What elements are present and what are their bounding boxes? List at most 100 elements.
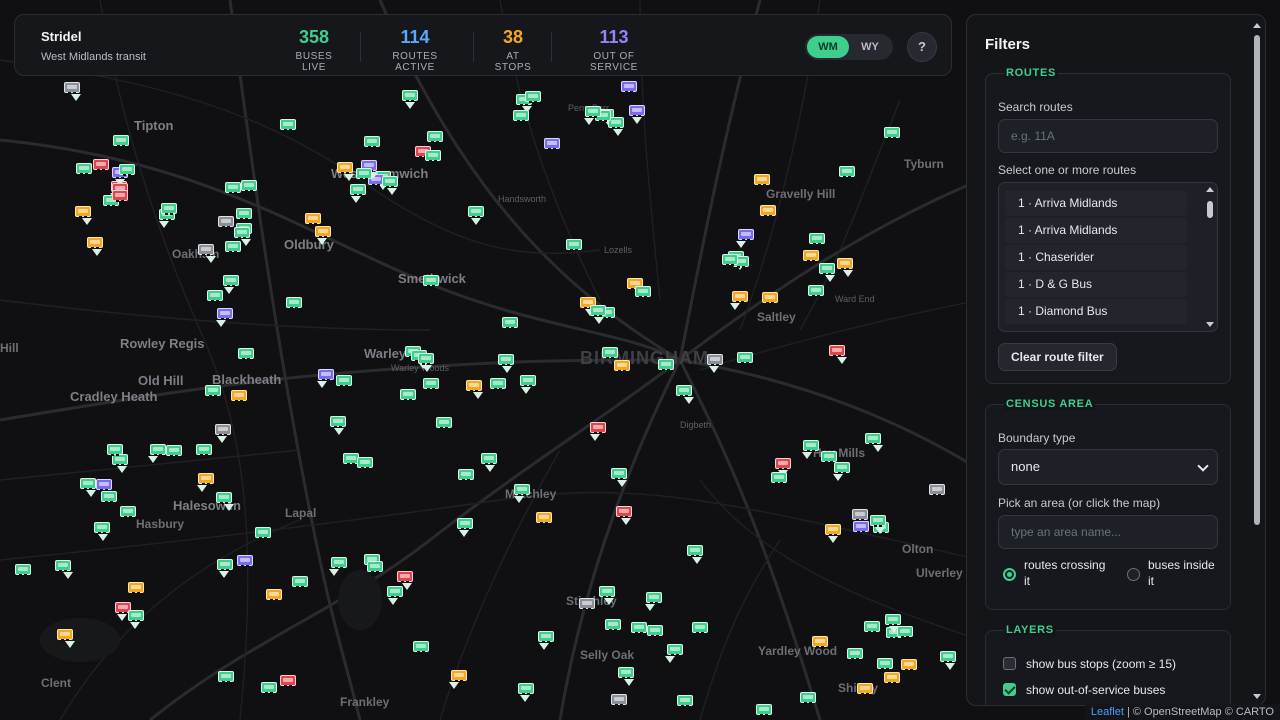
- bus-marker-icon[interactable]: [111, 189, 128, 202]
- show-bus-stops-checkbox[interactable]: [1003, 657, 1016, 670]
- bus-marker-icon[interactable]: [602, 347, 619, 360]
- bus-marker-icon[interactable]: [535, 512, 552, 525]
- bus-marker-icon[interactable]: [96, 478, 112, 491]
- bus-marker-icon[interactable]: [106, 443, 123, 456]
- bus-marker-icon[interactable]: [578, 598, 595, 611]
- bus-marker-icon[interactable]: [465, 379, 482, 392]
- bus-marker-icon[interactable]: [635, 285, 652, 298]
- bus-marker-icon[interactable]: [335, 375, 352, 387]
- bus-marker-icon[interactable]: [417, 353, 434, 366]
- bus-marker-icon[interactable]: [237, 555, 254, 568]
- leaflet-link[interactable]: Leaflet: [1091, 706, 1124, 718]
- show-oos-buses-checkbox[interactable]: [1003, 683, 1016, 696]
- bus-marker-icon[interactable]: [217, 559, 234, 572]
- bus-marker-icon[interactable]: [676, 385, 693, 398]
- bus-marker-icon[interactable]: [238, 348, 255, 361]
- bus-marker-icon[interactable]: [149, 444, 166, 457]
- bus-marker-icon[interactable]: [856, 683, 873, 696]
- bus-marker-icon[interactable]: [755, 703, 772, 716]
- bus-marker-icon[interactable]: [218, 216, 235, 229]
- bus-marker-icon[interactable]: [331, 556, 348, 569]
- bus-marker-icon[interactable]: [829, 344, 846, 357]
- bus-marker-icon[interactable]: [349, 183, 366, 196]
- bus-marker-icon[interactable]: [291, 576, 308, 589]
- bus-marker-icon[interactable]: [92, 158, 109, 171]
- bus-marker-icon[interactable]: [928, 483, 945, 496]
- bus-marker-icon[interactable]: [214, 424, 231, 437]
- scroll-thumb[interactable]: [1254, 35, 1260, 525]
- bus-marker-icon[interactable]: [628, 105, 645, 118]
- bus-marker-icon[interactable]: [590, 421, 607, 434]
- bus-marker-icon[interactable]: [490, 378, 507, 391]
- bus-marker-icon[interactable]: [851, 509, 868, 522]
- bus-marker-icon[interactable]: [677, 695, 694, 708]
- bus-marker-icon[interactable]: [590, 305, 607, 318]
- bus-marker-icon[interactable]: [543, 138, 560, 151]
- bus-marker-icon[interactable]: [818, 263, 835, 276]
- bus-marker-icon[interactable]: [280, 675, 297, 688]
- bus-marker-icon[interactable]: [631, 621, 648, 634]
- bus-marker-icon[interactable]: [363, 135, 380, 148]
- buses-inside-radio[interactable]: [1127, 568, 1140, 581]
- bus-marker-icon[interactable]: [731, 290, 748, 303]
- bus-marker-icon[interactable]: [100, 491, 117, 504]
- bus-marker-icon[interactable]: [356, 167, 373, 180]
- scroll-down-icon[interactable]: [1253, 694, 1261, 699]
- bus-marker-icon[interactable]: [231, 390, 248, 403]
- scroll-thumb[interactable]: [1207, 201, 1213, 218]
- bus-marker-icon[interactable]: [166, 445, 183, 458]
- route-option[interactable]: 1 · Arriva Midlands: [1005, 218, 1187, 243]
- bus-marker-icon[interactable]: [825, 523, 842, 536]
- bus-marker-icon[interactable]: [812, 635, 828, 648]
- bus-marker-icon[interactable]: [884, 614, 901, 627]
- bus-marker-icon[interactable]: [481, 452, 498, 465]
- bus-marker-icon[interactable]: [280, 119, 297, 132]
- route-option[interactable]: 1 · Chaserider: [1005, 245, 1187, 270]
- bus-marker-icon[interactable]: [57, 628, 74, 641]
- bus-marker-icon[interactable]: [877, 658, 894, 671]
- bus-marker-icon[interactable]: [204, 384, 221, 397]
- region-wy-button[interactable]: WY: [849, 36, 891, 58]
- panel-scrollbar[interactable]: [1252, 21, 1262, 701]
- clear-route-filter-button[interactable]: Clear route filter: [998, 343, 1117, 371]
- bus-marker-icon[interactable]: [863, 620, 880, 633]
- bus-marker-icon[interactable]: [605, 619, 622, 632]
- bus-marker-icon[interactable]: [236, 208, 253, 221]
- bus-marker-icon[interactable]: [666, 644, 683, 657]
- bus-marker-icon[interactable]: [314, 225, 331, 238]
- bus-marker-icon[interactable]: [120, 505, 137, 518]
- route-option[interactable]: 1 · D & G Bus: [1005, 272, 1187, 297]
- bus-marker-icon[interactable]: [451, 670, 468, 683]
- bus-marker-icon[interactable]: [737, 352, 754, 365]
- bus-marker-icon[interactable]: [387, 586, 404, 599]
- bus-marker-icon[interactable]: [198, 472, 215, 485]
- bus-marker-icon[interactable]: [802, 249, 819, 262]
- bus-marker-icon[interactable]: [240, 179, 257, 192]
- bus-marker-icon[interactable]: [897, 626, 914, 639]
- bus-marker-icon[interactable]: [457, 469, 474, 482]
- bus-marker-icon[interactable]: [222, 275, 239, 288]
- bus-marker-icon[interactable]: [402, 90, 419, 103]
- bus-marker-icon[interactable]: [64, 81, 81, 94]
- bus-marker-icon[interactable]: [216, 307, 233, 320]
- boundary-type-select[interactable]: none: [998, 449, 1218, 485]
- bus-marker-icon[interactable]: [658, 359, 675, 372]
- bus-marker-icon[interactable]: [224, 241, 241, 254]
- bus-marker-icon[interactable]: [75, 163, 92, 176]
- bus-marker-icon[interactable]: [774, 457, 791, 470]
- bus-marker-icon[interactable]: [160, 202, 177, 215]
- bus-marker-icon[interactable]: [940, 650, 957, 663]
- bus-marker-icon[interactable]: [611, 468, 628, 481]
- bus-marker-icon[interactable]: [808, 233, 825, 246]
- bus-marker-icon[interactable]: [754, 174, 771, 187]
- bus-marker-icon[interactable]: [112, 135, 129, 148]
- area-search-input[interactable]: [998, 515, 1218, 549]
- bus-marker-icon[interactable]: [225, 182, 242, 195]
- routes-crossing-radio[interactable]: [1003, 568, 1016, 581]
- scroll-up-icon[interactable]: [1206, 187, 1214, 192]
- route-search-input[interactable]: [998, 119, 1218, 153]
- bus-marker-icon[interactable]: [119, 164, 136, 177]
- bus-marker-icon[interactable]: [318, 369, 335, 382]
- bus-marker-icon[interactable]: [468, 205, 485, 218]
- bus-marker-icon[interactable]: [599, 585, 616, 598]
